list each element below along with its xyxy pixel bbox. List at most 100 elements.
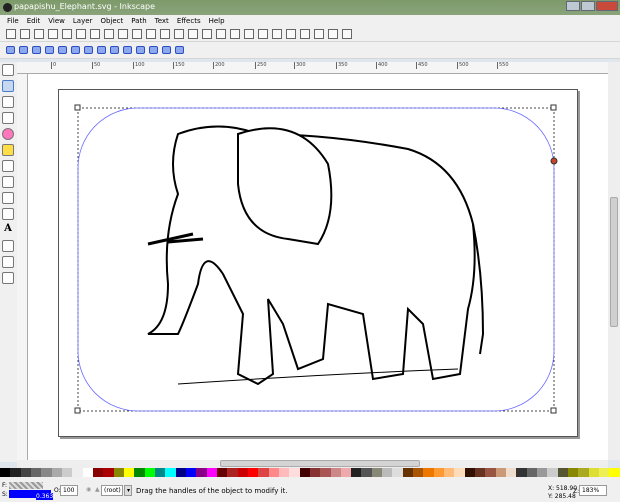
symmetric-node-icon[interactable]	[110, 46, 119, 54]
color-swatch[interactable]	[144, 468, 155, 477]
smooth-node-icon[interactable]	[97, 46, 106, 54]
color-palette[interactable]	[0, 468, 620, 477]
menu-file[interactable]: File	[7, 17, 19, 27]
color-swatch[interactable]	[206, 468, 217, 477]
paste-icon[interactable]	[146, 29, 156, 39]
color-swatch[interactable]	[340, 468, 352, 477]
color-swatch[interactable]	[237, 468, 248, 477]
color-swatch[interactable]	[103, 468, 114, 477]
color-swatch[interactable]	[30, 468, 42, 477]
color-swatch[interactable]	[568, 468, 579, 477]
color-swatch[interactable]	[278, 468, 290, 477]
color-swatch[interactable]	[413, 468, 424, 477]
undo-icon[interactable]	[90, 29, 100, 39]
save-icon[interactable]	[34, 29, 44, 39]
menu-view[interactable]: View	[48, 17, 65, 27]
close-button[interactable]	[596, 1, 618, 11]
selector-tool-icon[interactable]	[2, 64, 14, 76]
layer-selector[interactable]: (root)	[101, 485, 123, 496]
to-line-icon[interactable]	[123, 46, 132, 54]
color-swatch[interactable]	[485, 468, 496, 477]
object-to-path-icon[interactable]	[149, 46, 158, 54]
color-swatch[interactable]	[51, 468, 62, 477]
delete-node-icon[interactable]	[19, 46, 28, 54]
pen-tool-icon[interactable]	[2, 192, 14, 204]
cut-icon[interactable]	[132, 29, 142, 39]
color-swatch[interactable]	[175, 468, 186, 477]
color-swatch[interactable]	[10, 468, 21, 477]
color-swatch[interactable]	[371, 468, 383, 477]
text-tool-icon[interactable]: A	[2, 224, 14, 236]
color-swatch[interactable]	[41, 468, 52, 477]
menu-path[interactable]: Path	[131, 17, 146, 27]
rectangle-tool-icon[interactable]	[2, 112, 14, 124]
scale-handle[interactable]	[74, 104, 81, 111]
clone-icon[interactable]	[216, 29, 226, 39]
calligraphy-tool-icon[interactable]	[2, 208, 14, 220]
color-swatch[interactable]	[392, 468, 403, 477]
delete-segment-icon[interactable]	[71, 46, 80, 54]
maximize-button[interactable]	[581, 1, 595, 11]
xml-editor-icon[interactable]	[300, 29, 310, 39]
node-tool-icon[interactable]	[2, 80, 14, 92]
fill-stroke-icon[interactable]	[272, 29, 282, 39]
color-swatch[interactable]	[599, 468, 610, 477]
layer-dropdown-arrow-icon[interactable]: ▾	[124, 485, 132, 496]
redo-icon[interactable]	[104, 29, 114, 39]
menu-text[interactable]: Text	[155, 17, 169, 27]
layer-lock-icon[interactable]: ▲	[95, 486, 100, 493]
color-swatch[interactable]	[609, 468, 620, 477]
zoom-page-icon[interactable]	[188, 29, 198, 39]
color-swatch[interactable]	[289, 468, 300, 477]
color-swatch[interactable]	[0, 468, 11, 477]
color-swatch[interactable]	[433, 468, 445, 477]
to-curve-icon[interactable]	[136, 46, 145, 54]
menu-effects[interactable]: Effects	[177, 17, 201, 27]
color-swatch[interactable]	[351, 468, 362, 477]
dropper-tool-icon[interactable]	[2, 272, 14, 284]
duplicate-icon[interactable]	[202, 29, 212, 39]
show-handles-icon[interactable]	[175, 46, 184, 54]
color-swatch[interactable]	[361, 468, 372, 477]
horizontal-scrollbar[interactable]	[17, 460, 608, 468]
color-swatch[interactable]	[526, 468, 538, 477]
zoom-selection-icon[interactable]	[160, 29, 170, 39]
document-properties-icon[interactable]	[342, 29, 352, 39]
color-swatch[interactable]	[61, 468, 73, 477]
break-path-icon[interactable]	[45, 46, 54, 54]
pencil-tool-icon[interactable]	[2, 176, 14, 188]
color-swatch[interactable]	[299, 468, 310, 477]
color-swatch[interactable]	[557, 468, 569, 477]
color-swatch[interactable]	[423, 468, 434, 477]
color-swatch[interactable]	[537, 468, 548, 477]
color-swatch[interactable]	[495, 468, 507, 477]
spray-tool-icon[interactable]	[2, 240, 14, 252]
color-swatch[interactable]	[196, 468, 207, 477]
import-icon[interactable]	[62, 29, 72, 39]
color-swatch[interactable]	[330, 468, 341, 477]
color-swatch[interactable]	[309, 468, 321, 477]
opacity-field[interactable]: 100	[60, 485, 78, 496]
color-swatch[interactable]	[258, 468, 269, 477]
fill-indicator[interactable]	[9, 482, 43, 489]
drawing-canvas[interactable]	[28, 74, 608, 460]
color-swatch[interactable]	[154, 468, 166, 477]
color-swatch[interactable]	[320, 468, 331, 477]
color-swatch[interactable]	[82, 468, 93, 477]
color-swatch[interactable]	[382, 468, 393, 477]
color-swatch[interactable]	[402, 468, 414, 477]
color-swatch[interactable]	[547, 468, 558, 477]
color-swatch[interactable]	[444, 468, 455, 477]
color-swatch[interactable]	[227, 468, 238, 477]
color-swatch[interactable]	[20, 468, 31, 477]
color-swatch[interactable]	[113, 468, 124, 477]
color-swatch[interactable]	[578, 468, 589, 477]
color-swatch[interactable]	[247, 468, 259, 477]
color-swatch[interactable]	[216, 468, 228, 477]
scale-handle[interactable]	[74, 407, 81, 414]
color-swatch[interactable]	[123, 468, 135, 477]
text-font-icon[interactable]	[286, 29, 296, 39]
color-swatch[interactable]	[516, 468, 527, 477]
ungroup-icon[interactable]	[258, 29, 268, 39]
vertical-scroll-thumb[interactable]	[610, 197, 618, 327]
